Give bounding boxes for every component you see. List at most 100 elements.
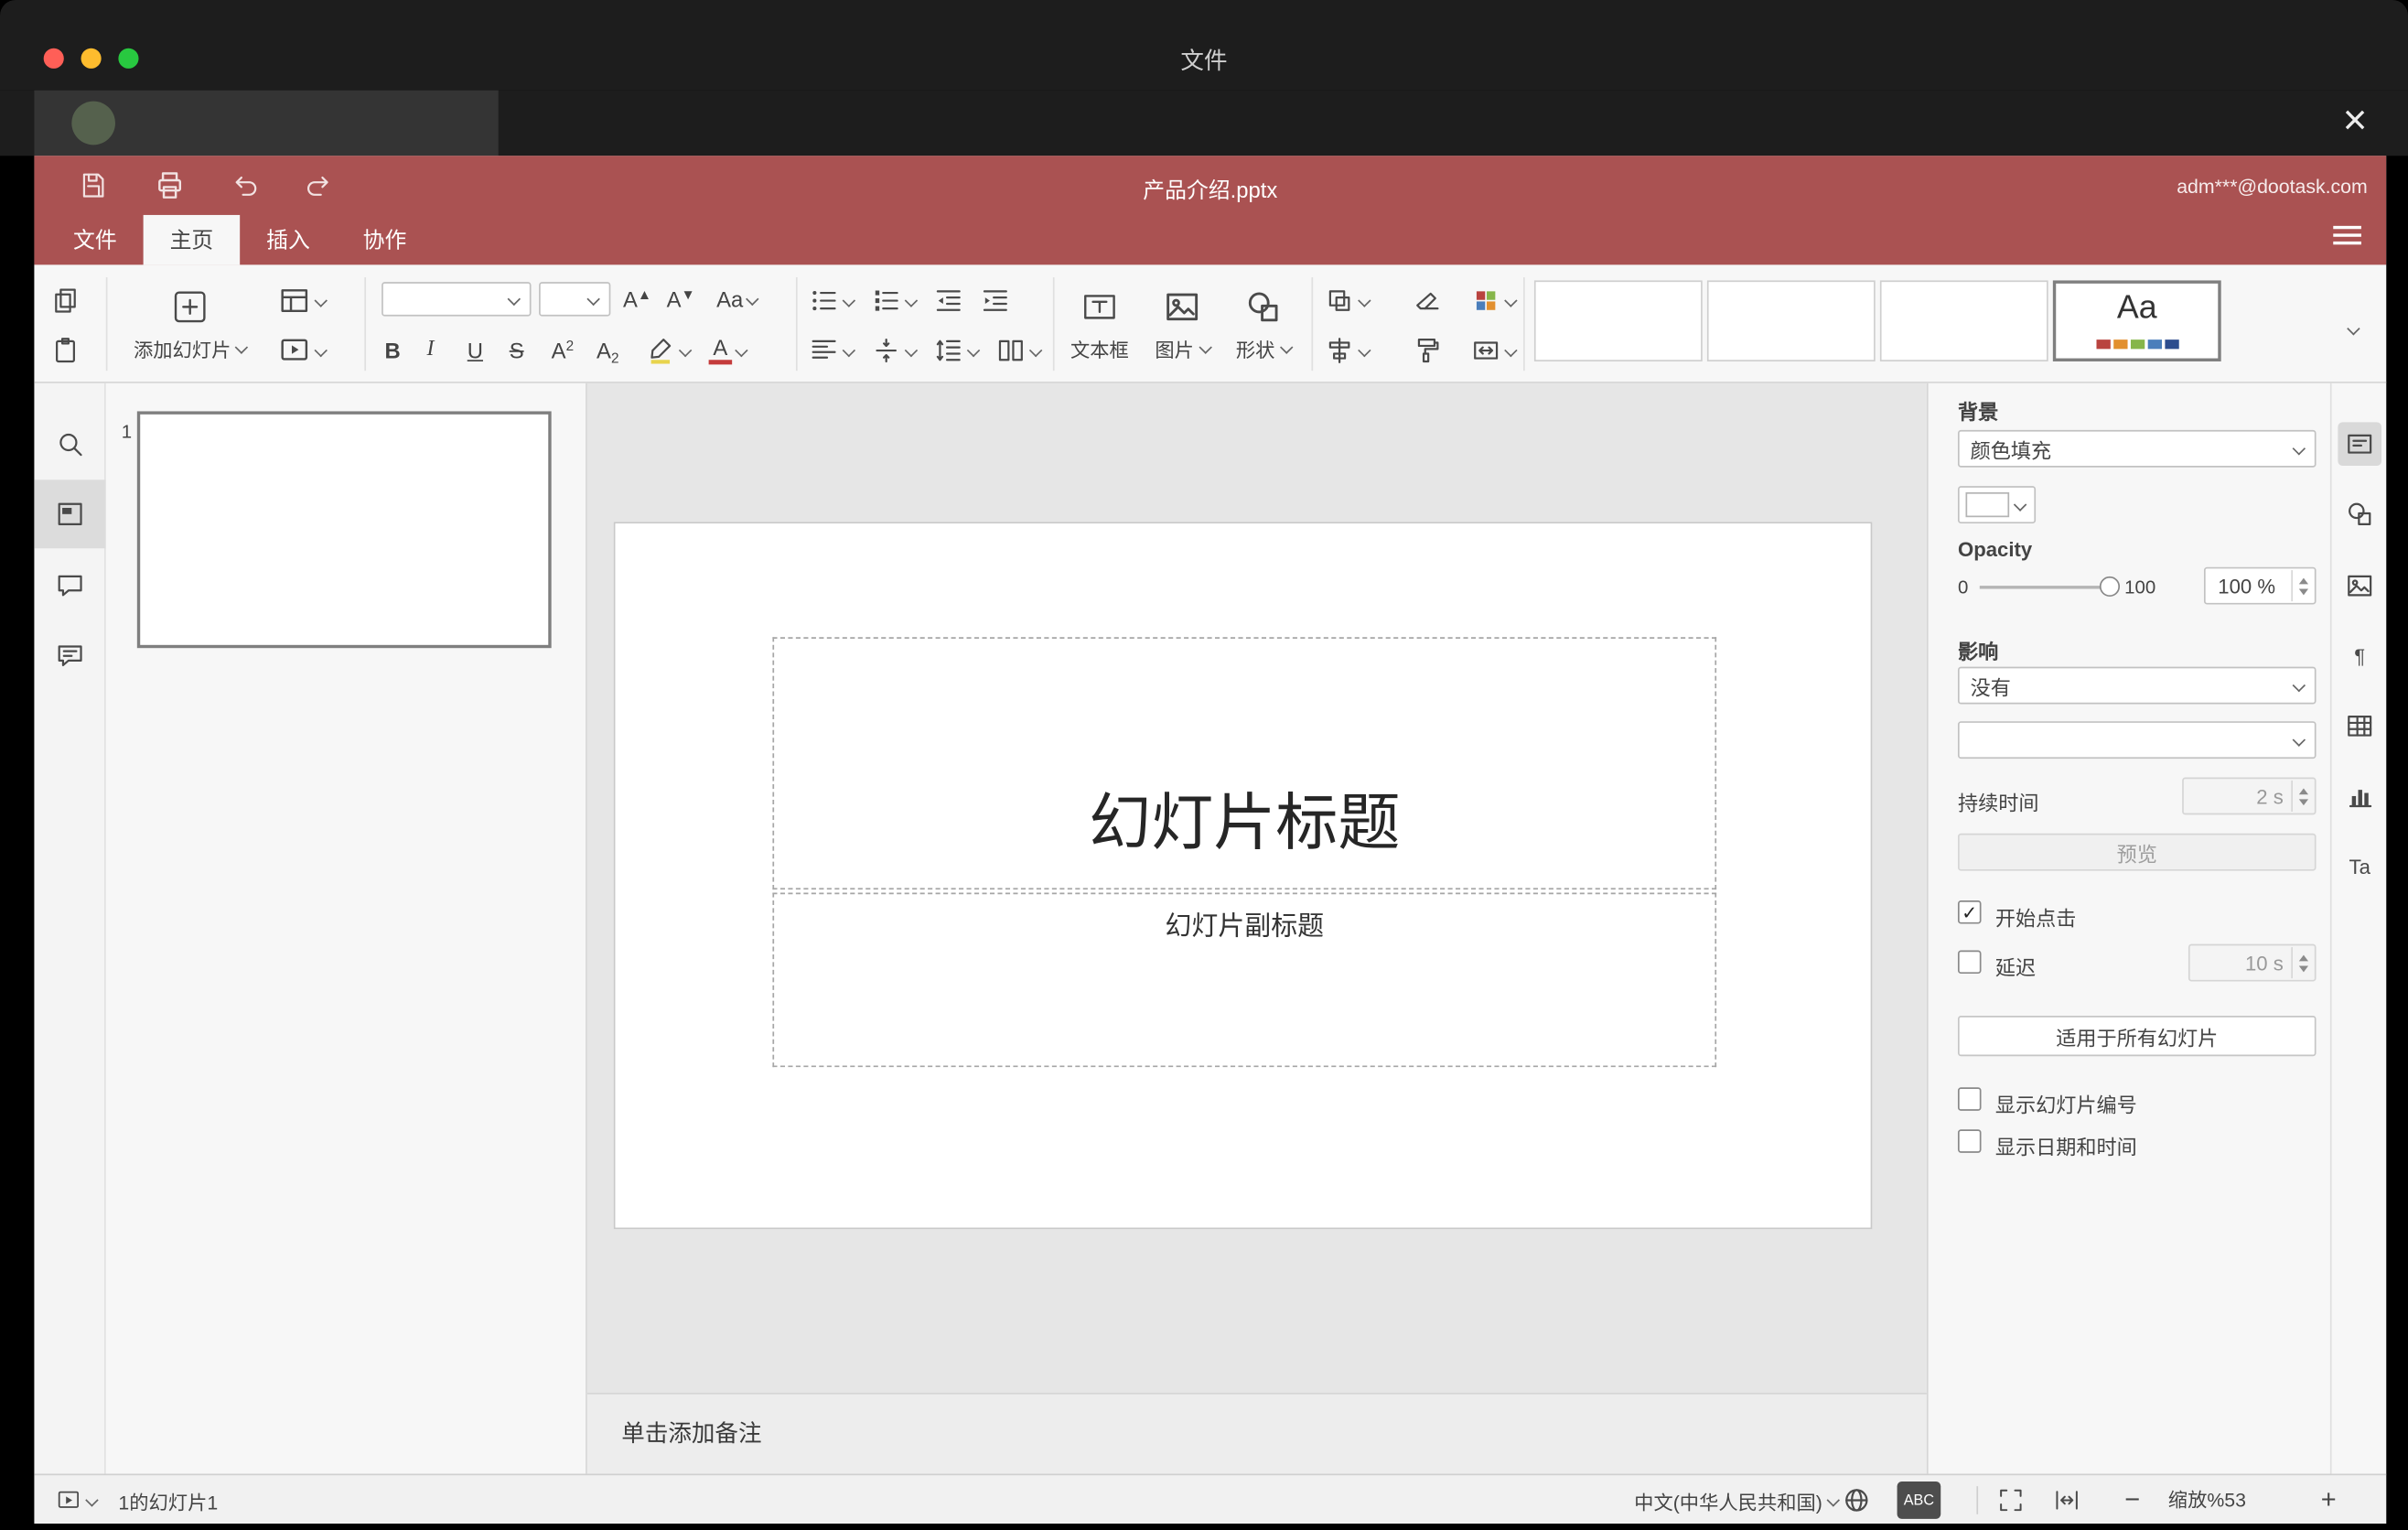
apply-to-all-slides-button[interactable]: 适用于所有幻灯片 [1957,1015,2317,1057]
copy-button[interactable] [49,280,81,320]
start-slideshow-status-button[interactable] [56,1475,99,1525]
decrease-indent-button[interactable] [933,280,964,320]
opacity-slider-knob[interactable] [2099,576,2121,598]
textart-settings-button[interactable]: Ta [2338,845,2381,889]
start-slideshow-button[interactable] [277,330,328,371]
chevron-down-icon [1279,340,1293,354]
delay-input[interactable]: 10 s [2188,943,2317,982]
font-color-button[interactable]: A [708,330,748,371]
document-language-button[interactable] [1841,1475,1872,1525]
show-slide-number-checkbox[interactable] [1957,1087,1982,1111]
zoom-out-button[interactable]: − [2124,1475,2140,1525]
preview-button[interactable]: 预览 [1957,833,2317,871]
slides-panel-button[interactable] [34,479,106,549]
slide-canvas[interactable]: 幻灯片标题 幻灯片副标题 单击添加备注 [586,382,1927,1474]
increase-font-button[interactable]: A▲ [623,279,651,319]
highlight-color-button[interactable] [645,330,693,371]
color-scheme-button[interactable] [1470,280,1518,320]
spinner[interactable] [2291,570,2313,602]
fit-width-button[interactable] [2053,1475,2081,1525]
slide-size-button[interactable] [1470,330,1518,371]
slide[interactable]: 幻灯片标题 幻灯片副标题 [613,522,1873,1230]
tab-insert[interactable]: 插入 [240,215,337,264]
italic-button[interactable]: I [426,330,434,371]
spellcheck-button[interactable]: ABC [1897,1482,1941,1519]
spinner[interactable] [2291,780,2313,812]
theme-option-3[interactable] [1879,280,2048,361]
align-shapes-button[interactable] [1324,330,1371,371]
tab-home[interactable]: 主页 [143,214,241,265]
arrange-shapes-button[interactable] [1324,280,1371,320]
start-on-click-checkbox[interactable]: ✓ [1957,900,1982,924]
underline-button[interactable]: U [468,330,483,371]
shape-label: 形状 [1235,339,1275,361]
chart-settings-button[interactable] [2338,774,2381,818]
background-color-picker[interactable] [1957,486,2037,524]
language-select[interactable]: 中文(中华人民共和国) [1634,1475,1841,1525]
tab-file[interactable]: 文件 [47,215,144,264]
insert-shape-button[interactable]: 形状 [1224,271,1302,377]
comments-panel-button[interactable] [34,552,105,620]
fit-slide-button[interactable] [1997,1475,2026,1525]
bullets-button[interactable] [809,280,856,320]
change-case-button[interactable]: Aa [716,279,759,319]
copy-style-button[interactable] [1411,330,1442,371]
columns-button[interactable] [995,330,1043,371]
paragraph-settings-button[interactable]: ¶ [2338,634,2381,678]
search-panel-button[interactable] [34,410,105,479]
horizontal-align-button[interactable] [809,330,856,371]
strikethrough-icon: S [509,338,524,363]
font-name-select[interactable] [382,282,532,317]
theme-option-1[interactable] [1533,280,1703,361]
chevron-down-icon [235,340,249,354]
zoom-level[interactable]: 缩放%53 [2153,1475,2262,1525]
decrease-font-button[interactable]: A▼ [667,279,695,319]
slide-settings-icon [2348,434,2372,454]
effect-select[interactable]: 没有 [1957,666,2317,705]
insert-textbox-button[interactable]: 文本框 [1062,271,1137,377]
slide-settings-button[interactable] [2338,422,2382,467]
vertical-align-button[interactable] [871,330,919,371]
spinner[interactable] [2291,947,2313,979]
tab-collaboration[interactable]: 协作 [337,215,434,264]
paste-button[interactable] [49,330,81,371]
clear-style-button[interactable] [1411,280,1442,320]
preview-button-label: 预览 [2116,842,2157,866]
subscript-icon: A2 [597,338,619,367]
delay-checkbox[interactable] [1957,950,1982,975]
image-settings-button[interactable] [2338,564,2381,608]
background-fill-select[interactable]: 颜色填充 [1957,429,2317,468]
overlay-close-button[interactable]: × [2327,91,2382,153]
slide-thumbnail-1[interactable] [136,411,552,649]
add-slide-button[interactable]: 添加幻灯片 [109,271,271,377]
line-spacing-button[interactable] [933,330,981,371]
slides-icon [58,502,82,525]
theme-gallery-expand-button[interactable] [2347,308,2360,349]
font-size-select[interactable] [539,282,611,317]
insert-image-button[interactable]: 图片 [1144,271,1221,377]
opacity-slider-track[interactable] [1979,586,2114,589]
strikethrough-button[interactable]: S [510,330,524,371]
superscript-button[interactable]: A2 [552,330,574,371]
change-layout-button[interactable] [277,280,328,320]
menu-hamburger-icon[interactable] [2333,221,2361,250]
zoom-in-button[interactable]: + [2321,1475,2337,1525]
right-settings-strip: ¶ Ta [2329,382,2387,1474]
title-placeholder[interactable]: 幻灯片标题 [772,637,1717,890]
chat-panel-button[interactable] [34,621,105,690]
numbering-button[interactable] [871,280,919,320]
bold-button[interactable]: B [385,330,401,371]
shape-settings-button[interactable] [2338,492,2381,536]
theme-option-selected[interactable]: Aa [2052,280,2221,361]
table-settings-button[interactable] [2338,705,2381,749]
effect-type-select[interactable] [1957,721,2317,760]
subscript-button[interactable]: A2 [597,330,618,371]
theme-option-2[interactable] [1706,280,1876,361]
increase-indent-button[interactable] [980,280,1011,320]
subtitle-placeholder[interactable]: 幻灯片副标题 [772,892,1717,1068]
opacity-input[interactable]: 100 % [2203,566,2317,605]
notes-area[interactable]: 单击添加备注 [586,1392,1927,1474]
duration-input[interactable]: 2 s [2182,777,2317,815]
show-date-time-checkbox[interactable] [1957,1129,1982,1153]
add-slide-icon [174,290,206,322]
